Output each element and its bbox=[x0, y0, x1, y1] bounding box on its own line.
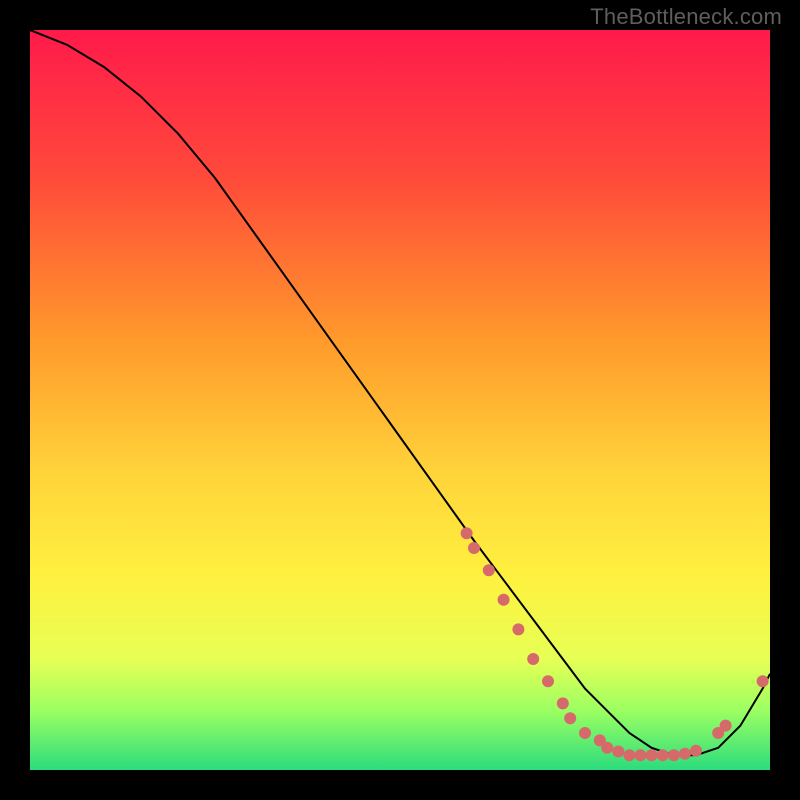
data-point bbox=[679, 748, 691, 760]
data-point bbox=[623, 749, 635, 761]
chart-svg bbox=[30, 30, 770, 770]
data-point bbox=[646, 749, 658, 761]
data-point bbox=[512, 623, 524, 635]
data-point bbox=[557, 697, 569, 709]
chart-plot-area bbox=[30, 30, 770, 770]
gradient-background bbox=[30, 30, 770, 770]
data-point bbox=[720, 720, 732, 732]
chart-frame: TheBottleneck.com bbox=[0, 0, 800, 800]
data-point bbox=[483, 564, 495, 576]
watermark-text: TheBottleneck.com bbox=[590, 4, 782, 30]
data-point bbox=[635, 749, 647, 761]
data-point bbox=[612, 746, 624, 758]
data-point bbox=[757, 675, 769, 687]
data-point bbox=[498, 594, 510, 606]
data-point bbox=[527, 653, 539, 665]
data-point bbox=[579, 727, 591, 739]
data-point bbox=[690, 745, 702, 757]
data-point bbox=[564, 712, 576, 724]
data-point bbox=[542, 675, 554, 687]
data-point bbox=[461, 527, 473, 539]
data-point bbox=[601, 742, 613, 754]
data-point bbox=[468, 542, 480, 554]
data-point bbox=[657, 749, 669, 761]
data-point bbox=[668, 749, 680, 761]
